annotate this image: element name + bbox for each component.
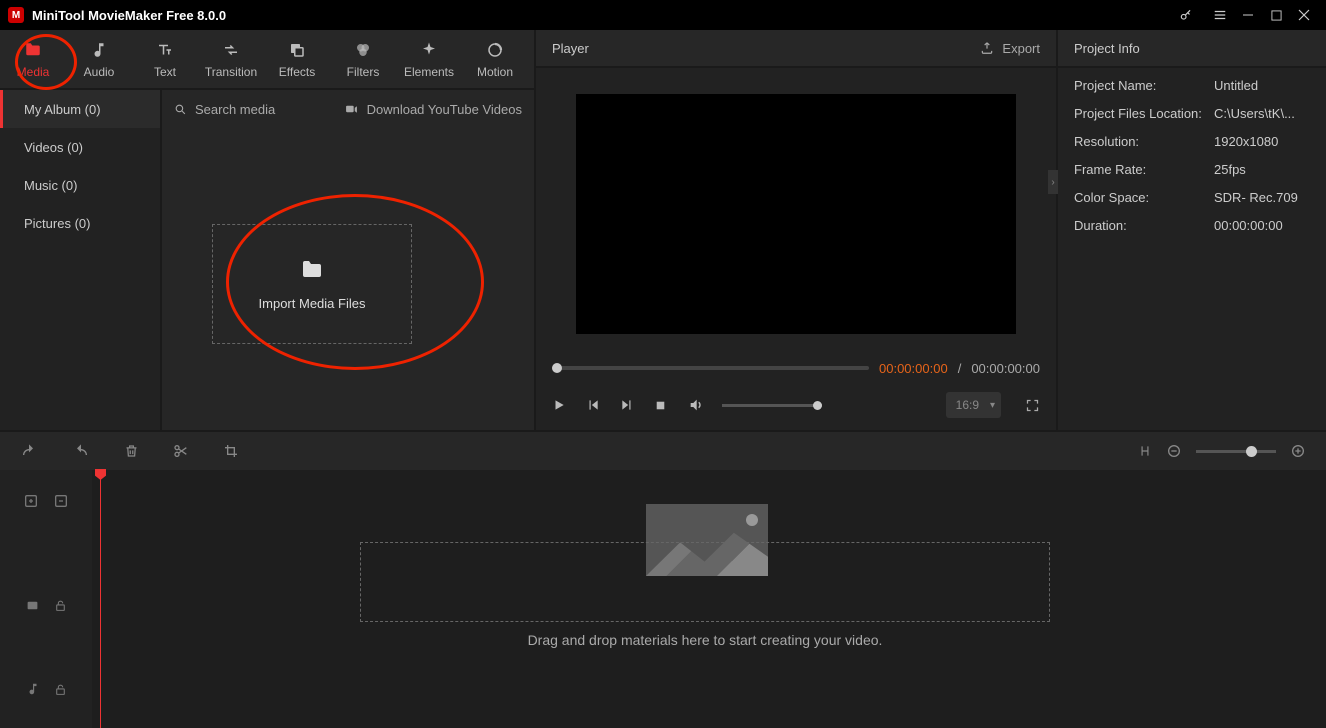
media-main: Search media Download YouTube Videos Imp…	[160, 90, 534, 430]
sidebar-item-videos[interactable]: Videos (0)	[0, 128, 160, 166]
timeline: Drag and drop materials here to start cr…	[0, 470, 1326, 728]
preview-screen	[576, 94, 1016, 334]
minimize-button[interactable]	[1234, 0, 1262, 30]
tab-label: Elements	[404, 65, 454, 79]
tab-label: Filters	[347, 65, 380, 79]
app-logo: M	[8, 7, 24, 23]
total-time: 00:00:00:00	[971, 361, 1040, 376]
music-note-icon	[90, 39, 108, 61]
playhead[interactable]	[100, 470, 101, 728]
tab-audio[interactable]: Audio	[66, 30, 132, 89]
audio-track-icon	[26, 682, 40, 696]
close-button[interactable]	[1290, 0, 1318, 30]
tab-transition[interactable]: Transition	[198, 30, 264, 89]
project-info-panel: › Project Info Project Name:Untitled Pro…	[1058, 30, 1326, 430]
redo-button[interactable]	[72, 443, 90, 459]
volume-slider[interactable]	[722, 404, 822, 407]
titlebar: M MiniTool MovieMaker Free 8.0.0	[0, 0, 1326, 30]
timeline-toolbar	[0, 430, 1326, 470]
fullscreen-button[interactable]	[1025, 398, 1040, 413]
tabbar: Media Audio Text Transition Effects Filt…	[0, 30, 534, 90]
media-sidebar: My Album (0) Videos (0) Music (0) Pictur…	[0, 90, 160, 430]
collapse-handle[interactable]: ›	[1048, 170, 1058, 194]
tab-label: Transition	[205, 65, 257, 79]
next-frame-button[interactable]	[620, 398, 638, 412]
search-placeholder: Search media	[195, 102, 275, 117]
info-row: Project Files Location:C:\Users\tK\...	[1074, 106, 1310, 121]
import-label: Import Media Files	[259, 296, 366, 311]
filters-icon	[354, 39, 372, 61]
info-row: Duration:00:00:00:00	[1074, 218, 1310, 233]
preview-area	[536, 68, 1056, 346]
crop-button[interactable]	[223, 443, 239, 459]
download-youtube-link[interactable]: Download YouTube Videos	[344, 102, 522, 117]
tab-elements[interactable]: Elements	[396, 30, 462, 89]
export-icon	[980, 41, 994, 55]
search-icon	[174, 103, 187, 116]
tab-effects[interactable]: Effects	[264, 30, 330, 89]
lock-icon[interactable]	[54, 682, 67, 697]
tab-label: Audio	[84, 65, 115, 79]
tab-media[interactable]: Media	[0, 30, 66, 89]
volume-icon[interactable]	[688, 397, 706, 413]
player-panel: Player Export 00:00:00:00 / 00:00:00:00	[536, 30, 1058, 430]
player-title: Player	[552, 41, 589, 56]
sparkle-icon	[420, 39, 438, 61]
folder-icon	[23, 39, 43, 61]
info-row: Frame Rate:25fps	[1074, 162, 1310, 177]
timeline-dropzone[interactable]	[360, 542, 1050, 622]
video-download-icon	[344, 103, 359, 116]
remove-track-icon[interactable]	[53, 493, 69, 509]
key-icon[interactable]	[1172, 0, 1200, 30]
play-button[interactable]	[552, 398, 570, 412]
stop-button[interactable]	[654, 399, 672, 412]
info-row: Resolution:1920x1080	[1074, 134, 1310, 149]
project-info-title: Project Info	[1074, 41, 1140, 56]
text-icon	[156, 39, 174, 61]
sidebar-item-myalbum[interactable]: My Album (0)	[0, 90, 160, 128]
tab-label: Media	[17, 65, 50, 79]
tab-label: Effects	[279, 65, 315, 79]
media-library-panel: Media Audio Text Transition Effects Filt…	[0, 30, 536, 430]
tab-filters[interactable]: Filters	[330, 30, 396, 89]
zoom-fit-button[interactable]	[1138, 443, 1152, 459]
seek-slider[interactable]	[552, 366, 869, 370]
add-track-icon[interactable]	[23, 493, 39, 509]
motion-icon	[486, 39, 504, 61]
sidebar-item-music[interactable]: Music (0)	[0, 166, 160, 204]
tab-text[interactable]: Text	[132, 30, 198, 89]
search-input[interactable]: Search media	[174, 102, 275, 117]
timeline-track-controls	[0, 470, 92, 728]
tab-label: Motion	[477, 65, 513, 79]
import-media-button[interactable]: Import Media Files	[212, 224, 412, 344]
tab-motion[interactable]: Motion	[462, 30, 528, 89]
delete-button[interactable]	[124, 443, 139, 459]
aspect-ratio-select[interactable]: 16:9	[946, 392, 1001, 418]
menu-icon[interactable]	[1206, 0, 1234, 30]
current-time: 00:00:00:00	[879, 361, 948, 376]
timeline-tracks[interactable]: Drag and drop materials here to start cr…	[92, 470, 1326, 728]
zoom-in-button[interactable]	[1290, 443, 1306, 459]
transition-icon	[222, 39, 240, 61]
split-button[interactable]	[173, 443, 189, 459]
info-row: Color Space:SDR- Rec.709	[1074, 190, 1310, 205]
timeline-hint: Drag and drop materials here to start cr…	[360, 632, 1050, 648]
video-track-icon	[25, 599, 40, 612]
prev-frame-button[interactable]	[586, 398, 604, 412]
info-row: Project Name:Untitled	[1074, 78, 1310, 93]
window-title: MiniTool MovieMaker Free 8.0.0	[32, 8, 1172, 23]
sidebar-item-pictures[interactable]: Pictures (0)	[0, 204, 160, 242]
undo-button[interactable]	[20, 443, 38, 459]
folder-icon	[298, 258, 326, 282]
effects-icon	[288, 39, 306, 61]
maximize-button[interactable]	[1262, 0, 1290, 30]
export-button[interactable]: Export	[980, 41, 1040, 56]
tab-label: Text	[154, 65, 176, 79]
zoom-slider[interactable]	[1196, 450, 1276, 453]
lock-icon[interactable]	[54, 598, 67, 613]
zoom-out-button[interactable]	[1166, 443, 1182, 459]
